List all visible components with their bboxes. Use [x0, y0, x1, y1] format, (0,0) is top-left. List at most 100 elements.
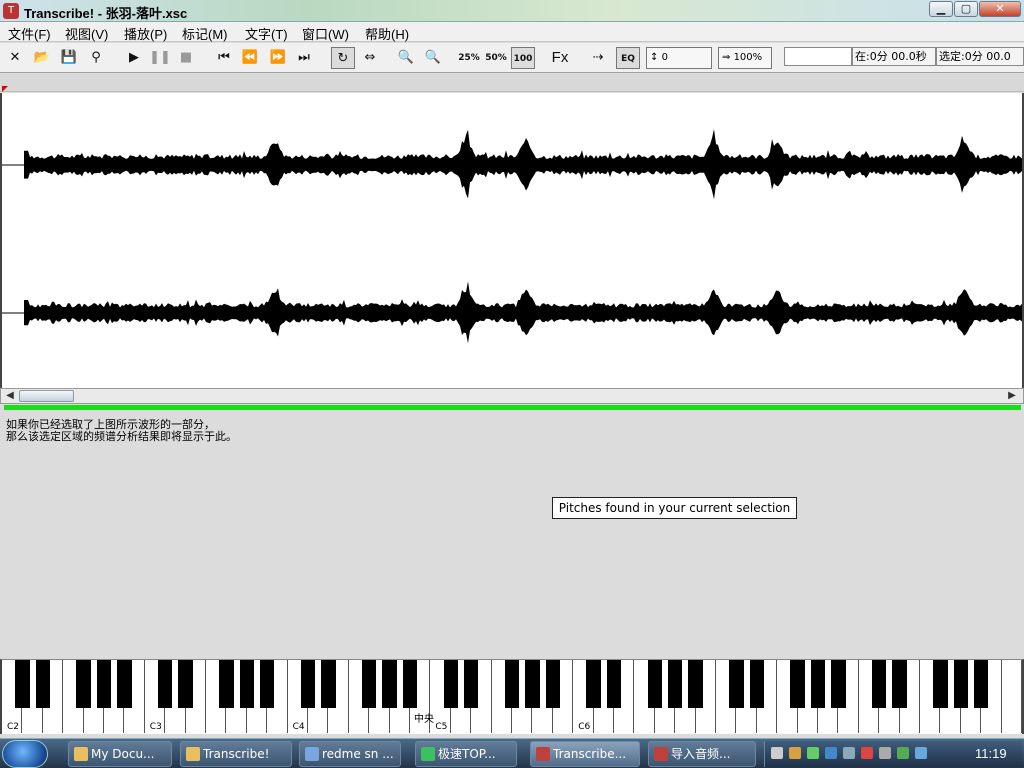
rewind-icon[interactable]: ⏪ [238, 47, 262, 69]
piano-black-key[interactable] [647, 660, 662, 708]
time-ruler[interactable] [0, 74, 1024, 92]
playhead-marker[interactable] [2, 86, 8, 92]
taskbar-item[interactable]: redme sn ... [299, 741, 401, 767]
flash-icon[interactable] [861, 747, 873, 759]
menu-window[interactable]: 窗口(W) [302, 24, 349, 43]
network-icon[interactable] [843, 747, 855, 759]
taskbar-item[interactable]: 极速TOP... [415, 741, 517, 767]
transcribe-icon [536, 747, 550, 761]
piano-black-key[interactable] [362, 660, 377, 708]
piano-black-key[interactable] [178, 660, 193, 708]
speed-25-button[interactable]: 25% [457, 47, 481, 69]
piano-black-key[interactable] [872, 660, 887, 708]
update-icon[interactable] [825, 747, 837, 759]
loop-icon[interactable]: ↻ [331, 47, 355, 69]
piano-black-key[interactable] [974, 660, 989, 708]
horizontal-scrollbar[interactable]: ◀ ▶ [0, 388, 1024, 404]
disk-icon[interactable] [879, 747, 891, 759]
piano-black-key[interactable] [35, 660, 50, 708]
analysis-hint-line2: 那么该选定区域的频谱分析结果即将显示于此。 [6, 430, 237, 443]
play-icon[interactable]: ▶ [122, 47, 146, 69]
scroll-right-arrow-icon[interactable]: ▶ [1005, 390, 1019, 402]
piano-black-key[interactable] [668, 660, 683, 708]
stop-icon[interactable]: ■ [174, 47, 198, 69]
pause-icon[interactable]: ❚❚ [148, 47, 172, 69]
menu-file[interactable]: 文件(F) [8, 24, 51, 43]
speed-field[interactable]: ⇒ 100% [718, 47, 772, 69]
piano-black-key[interactable] [688, 660, 703, 708]
leaf-icon[interactable] [897, 747, 909, 759]
keyboard-icon[interactable] [771, 747, 783, 759]
menu-view[interactable]: 视图(V) [65, 24, 108, 43]
piano-black-key[interactable] [586, 660, 601, 708]
piano-keyboard[interactable]: C2 C3 C4 C5 C6 中央 [0, 659, 1024, 734]
close-button[interactable]: ✕ [979, 1, 1021, 17]
piano-black-key[interactable] [239, 660, 254, 708]
menu-play[interactable]: 播放(P) [124, 24, 167, 43]
zoom-in-icon[interactable]: 🔍 [394, 47, 418, 69]
fx-eq-button[interactable]: EQ [616, 47, 640, 69]
speed-value: 100% [733, 52, 763, 63]
fx-button[interactable]: Fx [548, 47, 572, 69]
speed-arrow-icon: ⇒ [722, 52, 734, 63]
piano-black-key[interactable] [525, 660, 540, 708]
piano-black-key[interactable] [300, 660, 316, 708]
piano-black-key[interactable] [729, 660, 744, 708]
piano-black-key[interactable] [219, 660, 234, 708]
piano-black-key[interactable] [810, 660, 826, 708]
piano-black-key[interactable] [545, 660, 560, 708]
menu-help[interactable]: 帮助(H) [365, 24, 409, 43]
piano-black-key[interactable] [15, 660, 30, 708]
waveform-view[interactable] [0, 93, 1024, 388]
piano-black-key[interactable] [831, 660, 846, 708]
tuning-fork-icon[interactable]: ⚲ [84, 47, 108, 69]
scroll-thumb[interactable] [19, 390, 74, 402]
tray-app-icon[interactable] [789, 747, 801, 759]
piano-black-key[interactable] [321, 660, 336, 708]
menu-text[interactable]: 文字(T) [245, 24, 288, 43]
scroll-left-arrow-icon[interactable]: ◀ [3, 390, 17, 402]
piano-black-key[interactable] [443, 660, 458, 708]
pitches-found-label: Pitches found in your current selection [552, 497, 797, 519]
piano-white-key[interactable] [1001, 660, 1022, 733]
go-to-end-icon[interactable]: ⏭ [292, 47, 316, 69]
shield-icon[interactable] [807, 747, 819, 759]
piano-black-key[interactable] [260, 660, 275, 708]
zoom-out-icon[interactable]: 🔍 [421, 47, 445, 69]
taskbar-item[interactable]: Transcribe! [180, 741, 292, 767]
open-folder-icon[interactable]: 📂 [30, 47, 54, 69]
piano-black-key[interactable] [504, 660, 520, 708]
piano-black-key[interactable] [158, 660, 173, 708]
maximize-button[interactable]: ▢ [954, 1, 978, 17]
taskbar-item[interactable]: Transcribe... [530, 741, 640, 767]
piano-black-key[interactable] [76, 660, 91, 708]
fx-route-icon[interactable]: ⇢ [586, 47, 610, 69]
minimize-button[interactable]: ▁ [929, 1, 953, 17]
speed-50-button[interactable]: 50% [484, 47, 508, 69]
menu-marker[interactable]: 标记(M) [182, 24, 228, 43]
piano-black-key[interactable] [892, 660, 907, 708]
piano-black-key[interactable] [790, 660, 805, 708]
speed-100-button[interactable]: 100 [511, 47, 535, 69]
piano-black-key[interactable] [402, 660, 418, 708]
taskbar-item[interactable]: 导入音频... [648, 741, 756, 767]
go-to-start-icon[interactable]: ⏮ [212, 47, 236, 69]
piano-black-key[interactable] [953, 660, 968, 708]
piano-black-key[interactable] [96, 660, 112, 708]
save-icon[interactable]: 💾 [57, 47, 81, 69]
taskbar-item[interactable]: My Docu... [68, 741, 172, 767]
taskbar: My Docu... Transcribe! redme sn ... 极速TO… [0, 738, 1024, 768]
pitch-shift-value: 0 [661, 52, 668, 63]
piano-black-key[interactable] [117, 660, 132, 708]
close-file-icon[interactable]: ✕ [3, 47, 27, 69]
fast-forward-icon[interactable]: ⏩ [266, 47, 290, 69]
piano-black-key[interactable] [382, 660, 397, 708]
fit-selection-icon[interactable]: ⇔ [358, 47, 382, 69]
piano-black-key[interactable] [749, 660, 764, 708]
volume-icon[interactable] [915, 747, 927, 759]
start-button[interactable] [2, 740, 48, 768]
piano-black-key[interactable] [464, 660, 479, 708]
piano-black-key[interactable] [606, 660, 622, 708]
pitch-shift-field[interactable]: ↕ 0 [646, 47, 712, 69]
piano-black-key[interactable] [933, 660, 948, 708]
